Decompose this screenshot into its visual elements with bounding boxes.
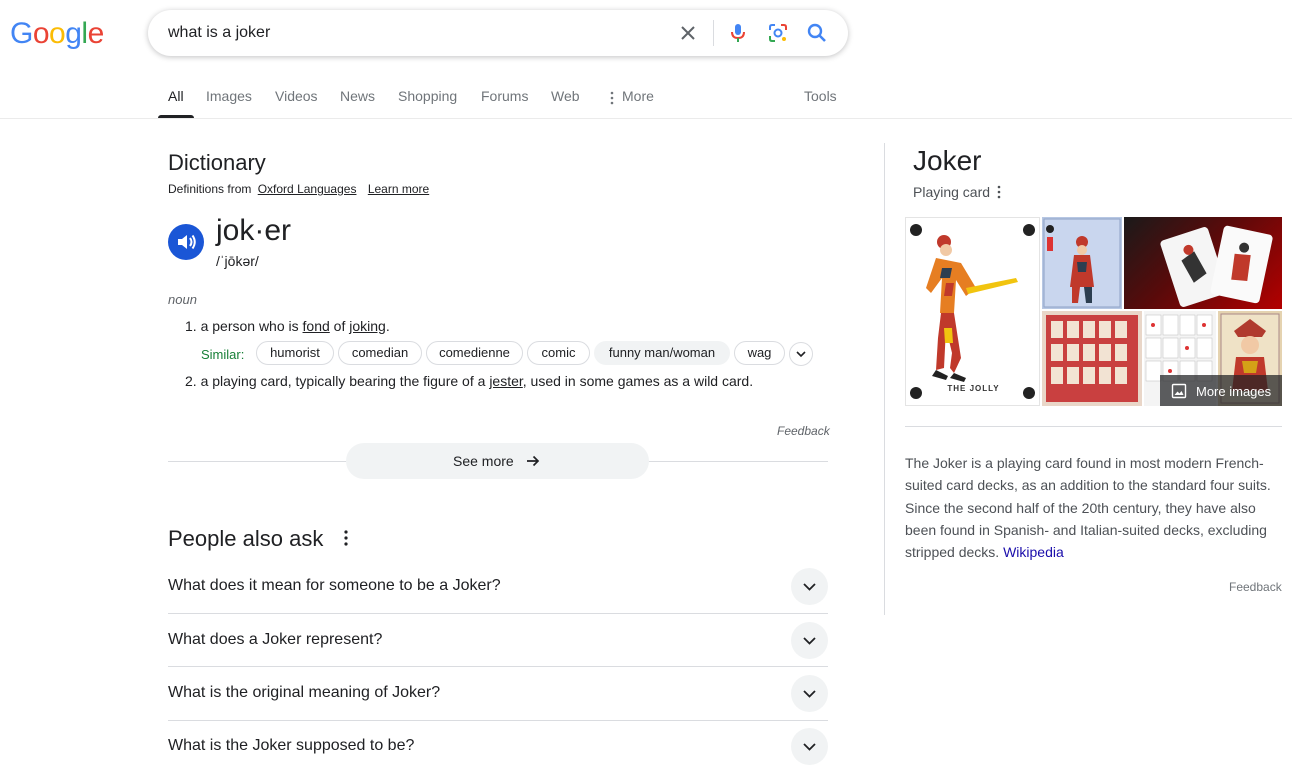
paa-question[interactable]: What does it mean for someone to be a Jo… xyxy=(168,560,828,613)
panel-divider xyxy=(884,143,885,615)
knowledge-panel-divider xyxy=(905,426,1282,427)
search-icon[interactable] xyxy=(805,21,829,45)
card-caption: THE JOLLY xyxy=(947,384,1000,393)
question-text: What is the Joker supposed to be? xyxy=(168,737,415,754)
similar-chip[interactable]: comedienne xyxy=(426,341,523,365)
chevron-down-icon xyxy=(803,743,816,751)
tab-videos[interactable]: Videos xyxy=(275,88,318,104)
joker-card-image[interactable] xyxy=(1042,311,1142,406)
headword: jok·er xyxy=(216,214,292,247)
logo-letter: o xyxy=(49,17,66,50)
image-icon xyxy=(1171,383,1187,399)
people-also-ask-title: People also ask xyxy=(168,526,324,551)
chevron-down-icon xyxy=(803,690,816,698)
tools-button[interactable]: Tools xyxy=(804,88,837,104)
more-images-button[interactable]: More images xyxy=(1160,375,1282,406)
definition-text: a person who is xyxy=(200,318,299,334)
microphone-icon[interactable] xyxy=(726,21,750,45)
search-divider xyxy=(713,20,714,46)
word-link-fond[interactable]: fond xyxy=(303,318,330,334)
search-input[interactable] xyxy=(168,10,648,56)
word-link-joking[interactable]: joking xyxy=(349,318,386,334)
knowledge-panel-subtitle: Playing card xyxy=(913,184,991,200)
word-link-jester[interactable]: jester xyxy=(489,373,522,389)
paa-question[interactable]: What is the original meaning of Joker? xyxy=(168,667,828,720)
tab-forums[interactable]: Forums xyxy=(481,88,528,104)
see-more-label: See more xyxy=(453,453,514,469)
definition-text: a playing card, typically bearing the fi… xyxy=(200,373,486,389)
question-text: What is the original meaning of Joker? xyxy=(168,684,441,701)
knowledge-panel-description: The Joker is a playing card found in mos… xyxy=(905,452,1285,563)
similar-chip[interactable]: wag xyxy=(734,341,785,365)
jester-illustration xyxy=(1043,218,1121,308)
jester-illustration xyxy=(910,224,1035,399)
dictionary-feedback-link[interactable]: Feedback xyxy=(777,424,830,438)
tab-news[interactable]: News xyxy=(340,88,375,104)
question-text: What does it mean for someone to be a Jo… xyxy=(168,577,501,594)
logo-letter: g xyxy=(65,17,82,50)
search-box xyxy=(148,10,848,56)
cards-illustration xyxy=(1160,225,1273,307)
similar-chip[interactable]: comedian xyxy=(338,341,422,365)
joker-card-image[interactable] xyxy=(1124,217,1282,309)
similar-label: Similar: xyxy=(201,347,245,362)
definition-text: . xyxy=(385,318,390,334)
header-divider xyxy=(0,118,1292,119)
more-dots-icon xyxy=(610,91,614,105)
expand-button[interactable] xyxy=(791,728,828,765)
logo-letter: o xyxy=(32,17,50,50)
definition-2: 2. a playing card, typically bearing the… xyxy=(185,373,753,389)
phonetic: /ˈjōkər/ xyxy=(216,253,259,269)
logo-letter: e xyxy=(87,17,105,50)
google-logo[interactable]: Google xyxy=(10,17,104,51)
more-images-label: More images xyxy=(1196,384,1272,399)
similar-chip[interactable]: humorist xyxy=(256,341,334,365)
speaker-icon xyxy=(178,234,196,250)
cards-sheet-illustration xyxy=(1046,315,1138,402)
paa-question[interactable]: What is the Joker supposed to be? xyxy=(168,720,828,773)
dictionary-source: Definitions from Oxford Languages Learn … xyxy=(168,182,429,196)
definition-text: of xyxy=(333,318,346,334)
chevron-down-icon xyxy=(803,583,816,591)
knowledge-panel-title: Joker xyxy=(913,145,982,176)
part-of-speech: noun xyxy=(168,292,197,307)
expand-button[interactable] xyxy=(791,622,828,659)
definition-1: 1. a person who is fond of joking. xyxy=(185,318,390,334)
more-options-icon[interactable] xyxy=(995,185,1003,199)
tab-all[interactable]: All xyxy=(168,88,184,104)
logo-letter: G xyxy=(10,17,33,50)
similar-chip[interactable]: comic xyxy=(527,341,590,365)
chevron-down-icon xyxy=(803,637,816,645)
question-text: What does a Joker represent? xyxy=(168,631,383,648)
tab-more[interactable]: More xyxy=(622,88,654,104)
chevron-down-icon xyxy=(796,351,806,358)
tab-shopping[interactable]: Shopping xyxy=(398,88,457,104)
expand-button[interactable] xyxy=(791,675,828,712)
joker-card-image[interactable] xyxy=(1042,217,1122,309)
tab-images[interactable]: Images xyxy=(206,88,252,104)
arrow-right-icon xyxy=(527,455,540,467)
definition-text: , used in some games as a wild card. xyxy=(522,373,754,389)
definition-number: 1. xyxy=(185,318,197,334)
description-text: The Joker is a playing card found in mos… xyxy=(905,455,1271,561)
expand-button[interactable] xyxy=(791,568,828,605)
similar-expand-button[interactable] xyxy=(789,342,813,366)
definition-number: 2. xyxy=(185,373,197,389)
knowledge-panel-feedback-link[interactable]: Feedback xyxy=(1229,580,1282,594)
wikipedia-link[interactable]: Wikipedia xyxy=(1003,544,1064,560)
similar-chip[interactable]: funny man/woman xyxy=(594,341,730,365)
learn-more-link[interactable]: Learn more xyxy=(368,182,429,196)
more-options-icon[interactable] xyxy=(338,529,354,547)
source-prefix: Definitions from xyxy=(168,182,252,196)
clear-icon[interactable] xyxy=(676,21,700,45)
joker-card-image[interactable]: THE JOLLY xyxy=(905,217,1040,406)
dictionary-title: Dictionary xyxy=(168,150,266,175)
pronunciation-button[interactable] xyxy=(168,224,204,260)
oxford-languages-link[interactable]: Oxford Languages xyxy=(258,182,357,196)
see-more-button[interactable]: See more xyxy=(346,443,649,479)
paa-question[interactable]: What does a Joker represent? xyxy=(168,614,828,667)
lens-icon[interactable] xyxy=(766,21,790,45)
tab-web[interactable]: Web xyxy=(551,88,580,104)
